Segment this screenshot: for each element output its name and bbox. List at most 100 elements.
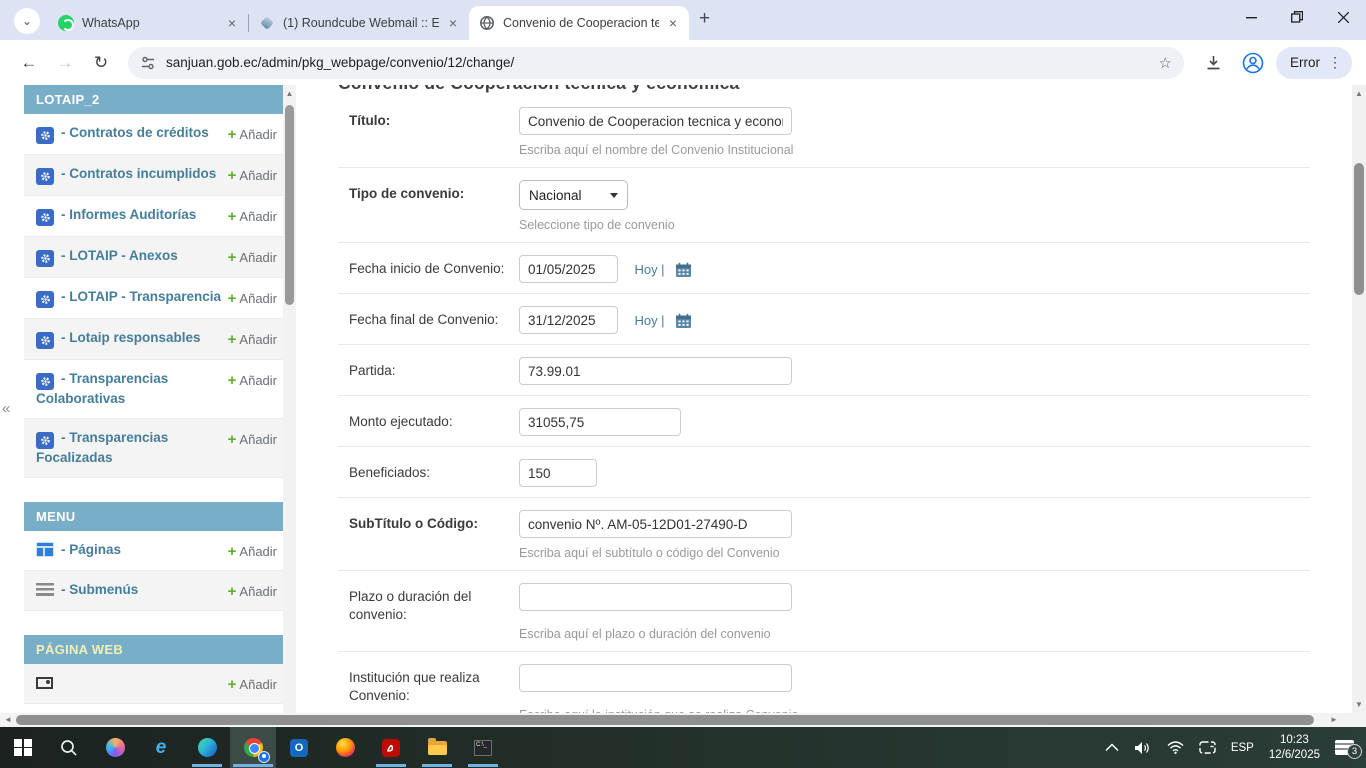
subtitulo-input[interactable] xyxy=(519,510,792,538)
address-bar[interactable]: sanjuan.gob.ec/admin/pkg_webpage/conveni… xyxy=(128,47,1184,79)
sidebar-item-contratos-incumplidos[interactable]: - Contratos incumplidos +Añadir xyxy=(24,155,283,196)
today-link[interactable]: Hoy | xyxy=(634,262,664,277)
reload-button[interactable]: ↻ xyxy=(86,53,116,73)
back-button[interactable]: ← xyxy=(14,53,44,73)
scroll-left-icon[interactable]: ◄ xyxy=(0,713,16,727)
profile-icon[interactable] xyxy=(1236,52,1270,74)
fecha-final-input[interactable] xyxy=(519,306,618,334)
tab-convenio-active[interactable]: Convenio de Cooperacion tecni × xyxy=(469,6,689,40)
close-tab-icon[interactable]: × xyxy=(226,15,238,31)
add-link[interactable]: +Añadir xyxy=(228,288,277,307)
hamburger-icon xyxy=(36,583,54,596)
scrollbar-thumb[interactable] xyxy=(16,715,1314,725)
add-link[interactable]: +Añadir xyxy=(228,124,277,143)
calendar-icon[interactable] xyxy=(675,313,692,329)
wifi-icon[interactable] xyxy=(1167,741,1184,754)
menu-kebab-icon[interactable]: ⋮ xyxy=(1328,54,1342,71)
close-tab-icon[interactable]: × xyxy=(667,15,679,31)
scroll-up-icon[interactable]: ▲ xyxy=(283,89,296,98)
scroll-up-icon[interactable]: ▲ xyxy=(1352,89,1366,98)
today-link[interactable]: Hoy | xyxy=(634,313,664,328)
volume-icon[interactable] xyxy=(1134,741,1152,755)
profile-error-button[interactable]: Error ⋮ xyxy=(1276,47,1352,79)
url-text[interactable]: sanjuan.gob.ec/admin/pkg_webpage/conveni… xyxy=(166,55,1159,70)
field-label: Institución que realiza Convenio: xyxy=(349,664,507,713)
field-help: Escriba aquí el subtítulo o código del C… xyxy=(519,546,1310,560)
add-link[interactable]: +Añadir xyxy=(228,329,277,348)
partida-input[interactable] xyxy=(519,357,792,385)
tab-whatsapp[interactable]: WhatsApp × xyxy=(48,6,248,40)
scrollbar-thumb[interactable] xyxy=(1354,163,1364,295)
taskbar-acrobat-button[interactable] xyxy=(368,727,414,768)
new-tab-button[interactable]: + xyxy=(699,8,710,30)
notification-center-icon[interactable]: 3 xyxy=(1335,740,1354,755)
sidebar-item-paginas[interactable]: - Páginas +Añadir xyxy=(24,531,283,571)
taskbar-copilot-button[interactable] xyxy=(92,727,138,768)
taskbar-clock[interactable]: 10:23 12/6/2025 xyxy=(1269,733,1320,763)
taskbar-outlook-button[interactable]: O xyxy=(276,727,322,768)
add-link[interactable]: +Añadir xyxy=(228,581,277,600)
vertical-scrollbar[interactable]: ▲ ▼ xyxy=(1352,85,1366,713)
titulo-input[interactable] xyxy=(519,107,792,135)
tipo-convenio-select[interactable]: Nacional xyxy=(519,180,628,210)
tab-strip: ⌄ WhatsApp × (1) Roundcube Webmail :: En… xyxy=(0,0,1366,40)
bookmark-star-icon[interactable]: ☆ xyxy=(1159,54,1172,72)
sidebar-item-submenus[interactable]: - Submenús +Añadir xyxy=(24,571,283,611)
add-link[interactable]: +Añadir xyxy=(228,206,277,225)
taskbar-explorer-button[interactable] xyxy=(414,727,460,768)
forward-button[interactable]: → xyxy=(50,53,80,73)
clock-time: 10:23 xyxy=(1269,733,1320,748)
sidebar-item-lotaip-anexos[interactable]: - LOTAIP - Anexos +Añadir xyxy=(24,237,283,278)
sidebar-item-informes-auditorias[interactable]: - Informes Auditorías +Añadir xyxy=(24,196,283,237)
sidebar-item-transparencias-focalizadas[interactable]: - Transparencias Focalizadas +Añadir xyxy=(24,419,283,478)
close-tab-icon[interactable]: × xyxy=(447,15,459,31)
sidebar-item-lotaip-transparencia[interactable]: - LOTAIP - Transparencia +Añadir xyxy=(24,278,283,319)
tab-title: WhatsApp xyxy=(82,16,218,30)
start-button[interactable] xyxy=(0,727,46,768)
sidebar-item-contratos-creditos[interactable]: - Contratos de créditos +Añadir xyxy=(24,114,283,155)
taskbar-terminal-button[interactable]: C:\_ xyxy=(460,727,506,768)
restore-button[interactable] xyxy=(1274,0,1320,34)
plus-icon: + xyxy=(228,290,237,307)
calendar-icon[interactable] xyxy=(675,262,692,278)
taskbar-search-button[interactable] xyxy=(46,727,92,768)
add-link[interactable]: +Añadir xyxy=(228,247,277,266)
add-link[interactable]: +Añadir xyxy=(228,541,277,560)
tab-roundcube[interactable]: (1) Roundcube Webmail :: Entra × xyxy=(249,6,469,40)
sidebar-item-partial[interactable]: +Añadir xyxy=(24,664,283,704)
scroll-right-icon[interactable]: ► xyxy=(1326,713,1342,727)
language-indicator[interactable]: ESP xyxy=(1231,742,1254,754)
plazo-input[interactable] xyxy=(519,583,792,611)
add-link[interactable]: +Añadir xyxy=(228,370,277,389)
downloads-icon[interactable] xyxy=(1196,54,1230,71)
beneficiados-input[interactable] xyxy=(519,459,597,487)
monto-ejecutado-input[interactable] xyxy=(519,408,681,436)
horizontal-scrollbar[interactable]: ◄ ► xyxy=(0,713,1366,727)
sidebar-item-lotaip-responsables[interactable]: - Lotaip responsables +Añadir xyxy=(24,319,283,360)
sidebar-scrollbar[interactable]: ▲ xyxy=(283,85,296,713)
sidebar-collapse-button[interactable]: « xyxy=(2,400,10,417)
plus-icon: + xyxy=(228,583,237,600)
add-link[interactable]: +Añadir xyxy=(228,165,277,184)
close-window-button[interactable] xyxy=(1320,0,1366,34)
site-settings-icon[interactable] xyxy=(140,55,156,71)
taskbar-firefox-button[interactable] xyxy=(322,727,368,768)
add-link[interactable]: +Añadir xyxy=(228,674,277,693)
taskbar-ie-button[interactable]: e xyxy=(138,727,184,768)
display-cast-icon[interactable] xyxy=(1199,741,1216,754)
add-link[interactable]: +Añadir xyxy=(228,429,277,448)
field-label: Plazo o duración del convenio: xyxy=(349,583,507,641)
scroll-down-icon[interactable]: ▼ xyxy=(1352,700,1366,709)
browser-toolbar: ← → ↻ sanjuan.gob.ec/admin/pkg_webpage/c… xyxy=(0,40,1366,85)
plus-icon: + xyxy=(228,167,237,184)
scrollbar-thumb[interactable] xyxy=(285,105,294,305)
tray-expand-icon[interactable] xyxy=(1105,743,1119,752)
plus-icon: + xyxy=(228,331,237,348)
fecha-inicio-input[interactable] xyxy=(519,255,618,283)
minimize-button[interactable] xyxy=(1228,0,1274,34)
taskbar-chrome-button[interactable] xyxy=(230,727,276,768)
institucion-input[interactable] xyxy=(519,664,792,692)
sidebar-item-transparencias-colaborativas[interactable]: - Transparencias Colaborativas +Añadir xyxy=(24,360,283,419)
taskbar-edge-button[interactable] xyxy=(184,727,230,768)
tab-search-button[interactable]: ⌄ xyxy=(14,8,40,34)
